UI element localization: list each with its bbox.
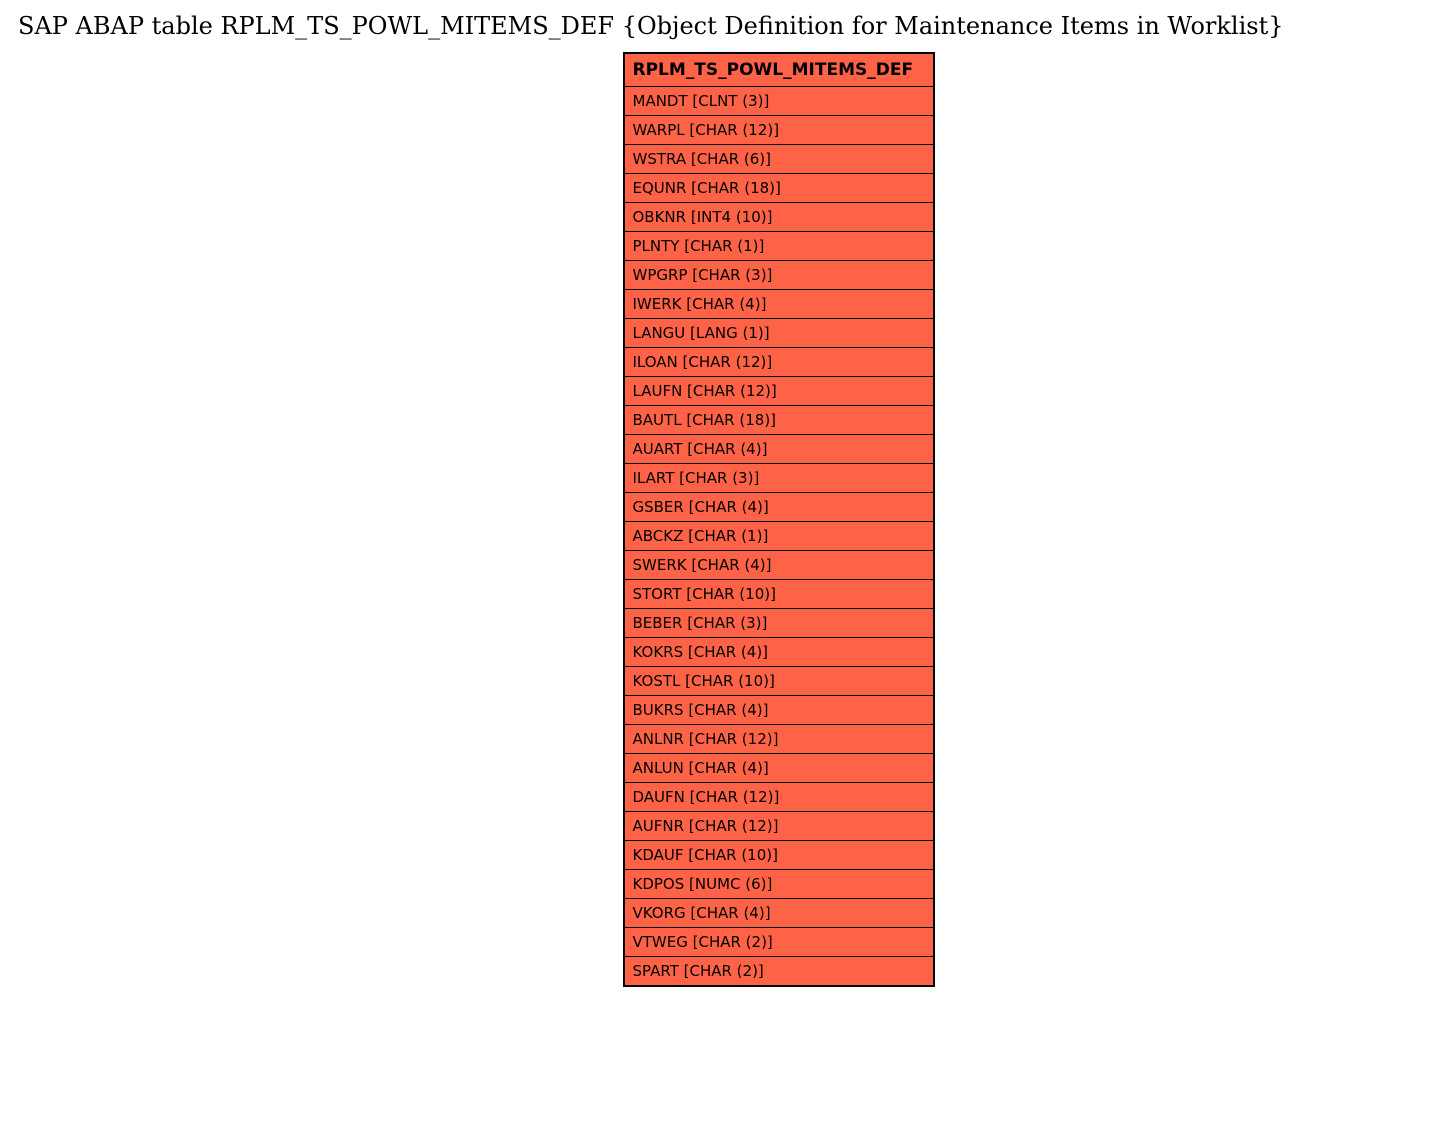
field-cell: OBKNR [INT4 (10)] xyxy=(624,203,934,232)
table-body: MANDT [CLNT (3)] WARPL [CHAR (12)] WSTRA… xyxy=(624,87,934,987)
field-cell: AUART [CHAR (4)] xyxy=(624,435,934,464)
table-row: WPGRP [CHAR (3)] xyxy=(624,261,934,290)
field-cell: KOSTL [CHAR (10)] xyxy=(624,667,934,696)
field-cell: KDPOS [NUMC (6)] xyxy=(624,870,934,899)
field-cell: WPGRP [CHAR (3)] xyxy=(624,261,934,290)
abap-table: RPLM_TS_POWL_MITEMS_DEF MANDT [CLNT (3)]… xyxy=(623,52,935,987)
table-row: AUART [CHAR (4)] xyxy=(624,435,934,464)
table-row: BAUTL [CHAR (18)] xyxy=(624,406,934,435)
field-cell: SWERK [CHAR (4)] xyxy=(624,551,934,580)
table-row: OBKNR [INT4 (10)] xyxy=(624,203,934,232)
field-cell: VKORG [CHAR (4)] xyxy=(624,899,934,928)
field-cell: GSBER [CHAR (4)] xyxy=(624,493,934,522)
field-cell: BEBER [CHAR (3)] xyxy=(624,609,934,638)
table-row: VKORG [CHAR (4)] xyxy=(624,899,934,928)
table-row: ILOAN [CHAR (12)] xyxy=(624,348,934,377)
table-row: KDPOS [NUMC (6)] xyxy=(624,870,934,899)
table-row: EQUNR [CHAR (18)] xyxy=(624,174,934,203)
table-header-cell: RPLM_TS_POWL_MITEMS_DEF xyxy=(624,53,934,87)
field-cell: AUFNR [CHAR (12)] xyxy=(624,812,934,841)
table-row: ILART [CHAR (3)] xyxy=(624,464,934,493)
field-cell: ANLUN [CHAR (4)] xyxy=(624,754,934,783)
table-row: ABCKZ [CHAR (1)] xyxy=(624,522,934,551)
table-row: VTWEG [CHAR (2)] xyxy=(624,928,934,957)
page-title: SAP ABAP table RPLM_TS_POWL_MITEMS_DEF {… xyxy=(18,12,1419,40)
table-row: IWERK [CHAR (4)] xyxy=(624,290,934,319)
field-cell: LAUFN [CHAR (12)] xyxy=(624,377,934,406)
field-cell: ANLNR [CHAR (12)] xyxy=(624,725,934,754)
table-row: WSTRA [CHAR (6)] xyxy=(624,145,934,174)
table-row: ANLUN [CHAR (4)] xyxy=(624,754,934,783)
field-cell: ILART [CHAR (3)] xyxy=(624,464,934,493)
table-header-row: RPLM_TS_POWL_MITEMS_DEF xyxy=(624,53,934,87)
table-row: ANLNR [CHAR (12)] xyxy=(624,725,934,754)
table-row: STORT [CHAR (10)] xyxy=(624,580,934,609)
table-wrapper: RPLM_TS_POWL_MITEMS_DEF MANDT [CLNT (3)]… xyxy=(18,52,1419,987)
table-row: KOKRS [CHAR (4)] xyxy=(624,638,934,667)
field-cell: WSTRA [CHAR (6)] xyxy=(624,145,934,174)
table-row: WARPL [CHAR (12)] xyxy=(624,116,934,145)
field-cell: PLNTY [CHAR (1)] xyxy=(624,232,934,261)
table-row: SPART [CHAR (2)] xyxy=(624,957,934,987)
table-row: PLNTY [CHAR (1)] xyxy=(624,232,934,261)
table-container: RPLM_TS_POWL_MITEMS_DEF MANDT [CLNT (3)]… xyxy=(623,52,935,987)
field-cell: ABCKZ [CHAR (1)] xyxy=(624,522,934,551)
table-row: DAUFN [CHAR (12)] xyxy=(624,783,934,812)
field-cell: SPART [CHAR (2)] xyxy=(624,957,934,987)
field-cell: WARPL [CHAR (12)] xyxy=(624,116,934,145)
field-cell: IWERK [CHAR (4)] xyxy=(624,290,934,319)
table-row: BEBER [CHAR (3)] xyxy=(624,609,934,638)
field-cell: DAUFN [CHAR (12)] xyxy=(624,783,934,812)
field-cell: EQUNR [CHAR (18)] xyxy=(624,174,934,203)
table-row: GSBER [CHAR (4)] xyxy=(624,493,934,522)
field-cell: LANGU [LANG (1)] xyxy=(624,319,934,348)
field-cell: KDAUF [CHAR (10)] xyxy=(624,841,934,870)
table-row: AUFNR [CHAR (12)] xyxy=(624,812,934,841)
field-cell: MANDT [CLNT (3)] xyxy=(624,87,934,116)
field-cell: STORT [CHAR (10)] xyxy=(624,580,934,609)
field-cell: VTWEG [CHAR (2)] xyxy=(624,928,934,957)
table-row: LAUFN [CHAR (12)] xyxy=(624,377,934,406)
table-row: MANDT [CLNT (3)] xyxy=(624,87,934,116)
field-cell: BAUTL [CHAR (18)] xyxy=(624,406,934,435)
table-row: BUKRS [CHAR (4)] xyxy=(624,696,934,725)
field-cell: ILOAN [CHAR (12)] xyxy=(624,348,934,377)
table-row: KDAUF [CHAR (10)] xyxy=(624,841,934,870)
field-cell: BUKRS [CHAR (4)] xyxy=(624,696,934,725)
field-cell: KOKRS [CHAR (4)] xyxy=(624,638,934,667)
table-row: KOSTL [CHAR (10)] xyxy=(624,667,934,696)
table-row: LANGU [LANG (1)] xyxy=(624,319,934,348)
table-row: SWERK [CHAR (4)] xyxy=(624,551,934,580)
